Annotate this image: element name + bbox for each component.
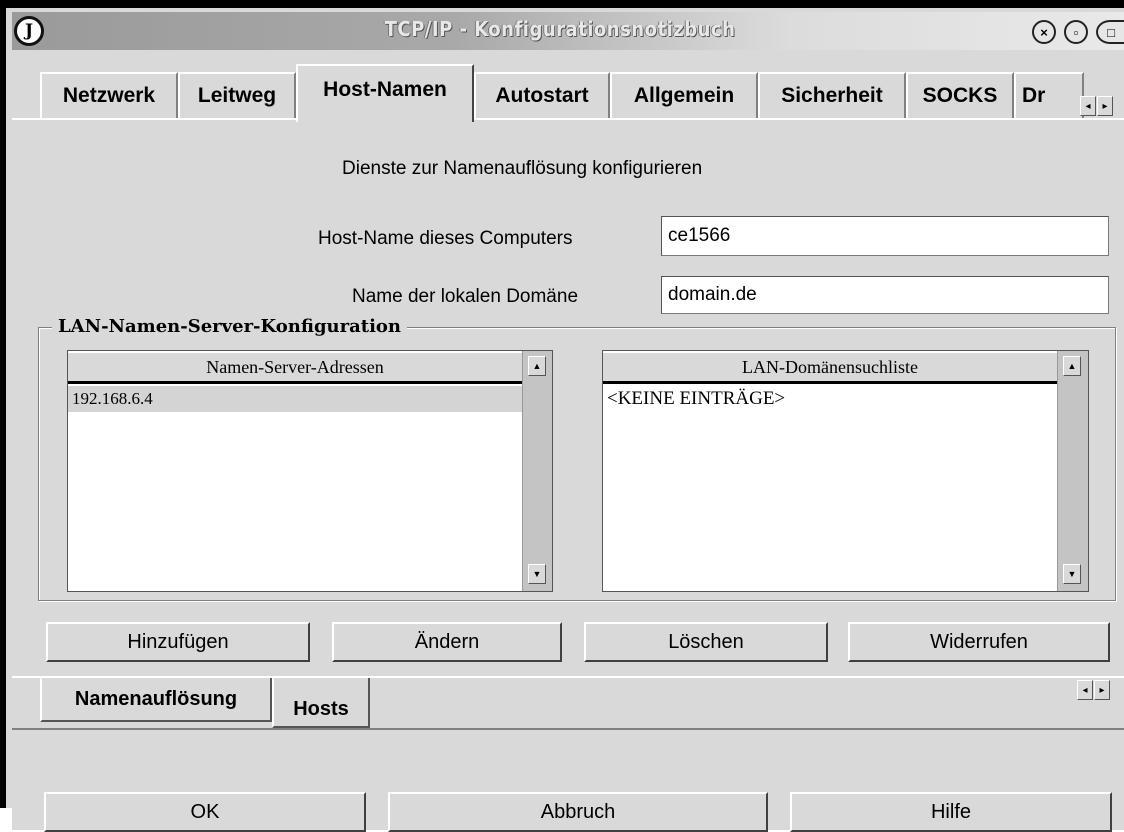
tab-host-namen[interactable]: Host-Namen xyxy=(296,64,474,122)
name-server-list-header[interactable]: Namen-Server-Adressen xyxy=(68,351,522,384)
tab-scroll-left-icon[interactable]: ◂ xyxy=(1080,96,1096,116)
cancel-button[interactable]: Abbruch xyxy=(388,792,768,832)
subtab-scroll-right-icon[interactable]: ▸ xyxy=(1094,680,1110,700)
tab-socks[interactable]: SOCKS xyxy=(906,72,1014,118)
hostname-label: Host-Name dieses Computers xyxy=(318,228,573,249)
list-item[interactable]: 192.168.6.4 xyxy=(68,386,522,412)
tab-sicherheit[interactable]: Sicherheit xyxy=(758,72,906,118)
maximize-icon[interactable]: □ xyxy=(1096,20,1124,44)
close-icon[interactable]: × xyxy=(1032,20,1056,44)
name-server-scrollbar[interactable] xyxy=(522,351,552,591)
domain-label: Name der lokalen Domäne xyxy=(352,286,579,307)
tab-dr[interactable]: Dr xyxy=(1014,72,1084,118)
window-frame-left xyxy=(0,0,6,830)
subtab-namenaufloesung[interactable]: Namenauflösung xyxy=(40,678,272,722)
window-frame-corner xyxy=(0,808,12,830)
window-title: TCP/IP - Konfigurationsnotizbuch xyxy=(384,17,736,41)
scroll-down-icon[interactable]: ▼ xyxy=(528,564,546,584)
scroll-up-icon[interactable]: ▲ xyxy=(1063,356,1081,376)
tab-allgemein[interactable]: Allgemein xyxy=(610,72,758,118)
change-button[interactable]: Ändern xyxy=(332,622,562,662)
hostname-field[interactable]: ce1566 xyxy=(661,216,1109,256)
tab-scroll-right-icon[interactable]: ▸ xyxy=(1097,96,1113,116)
window-frame-top xyxy=(0,0,1124,8)
page-heading: Dienste zur Namenauflösung konfigurieren xyxy=(342,158,703,179)
delete-button[interactable]: Löschen xyxy=(584,622,828,662)
subtab-scroll-left-icon[interactable]: ◂ xyxy=(1077,680,1093,700)
domain-field[interactable]: domain.de xyxy=(661,276,1109,314)
scroll-down-icon[interactable]: ▼ xyxy=(1063,564,1081,584)
domain-search-scrollbar[interactable] xyxy=(1057,351,1088,591)
scroll-up-icon[interactable]: ▲ xyxy=(528,356,546,376)
help-button[interactable]: Hilfe xyxy=(790,792,1112,832)
subtab-hosts[interactable]: Hosts xyxy=(272,678,370,728)
tab-autostart[interactable]: Autostart xyxy=(474,72,610,118)
list-item[interactable]: <KEINE EINTRÄGE> xyxy=(603,386,1057,412)
tab-leitweg[interactable]: Leitweg xyxy=(178,72,296,118)
undo-button[interactable]: Widerrufen xyxy=(848,622,1110,662)
group-title: LAN-Namen-Server-Konfiguration xyxy=(52,316,408,337)
add-button[interactable]: Hinzufügen xyxy=(46,622,310,662)
ok-button[interactable]: OK xyxy=(44,792,366,832)
subtab-bottom-line xyxy=(12,728,1124,730)
tab-divider xyxy=(12,118,1124,120)
tab-netzwerk[interactable]: Netzwerk xyxy=(40,72,178,118)
minimize-icon[interactable]: ▫ xyxy=(1064,20,1088,44)
app-icon[interactable]: J xyxy=(14,16,44,46)
domain-search-list-header[interactable]: LAN-Domänensuchliste xyxy=(603,351,1057,384)
